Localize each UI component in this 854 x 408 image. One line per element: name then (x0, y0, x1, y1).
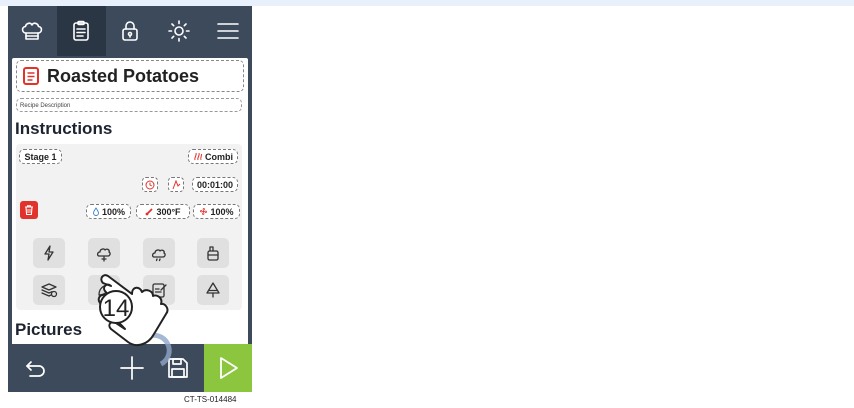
recipe-title: Roasted Potatoes (47, 65, 200, 86)
probe-mode-button[interactable] (168, 177, 184, 192)
cloud-button[interactable] (143, 238, 175, 268)
stage-label-text: Stage 1 (24, 151, 57, 162)
humidity-value: 100% (101, 206, 126, 217)
nav-menu-button[interactable] (203, 6, 252, 56)
tree-icon (206, 282, 220, 298)
temperature-value: 300°F (156, 206, 181, 217)
clock-icon (145, 180, 155, 189)
nav-recipe-button[interactable] (56, 6, 106, 56)
preheat-button[interactable] (33, 238, 65, 268)
lightning-icon (44, 245, 54, 261)
undo-arrow-icon (26, 361, 45, 377)
document-code: CT-TS-014484 (184, 395, 237, 404)
humidity-setting[interactable]: 100% (86, 204, 131, 219)
cook-time-value: 00:01:00 (196, 179, 234, 190)
instructions-heading: Instructions (15, 119, 113, 138)
trash-icon (25, 205, 33, 216)
thermometer-icon (146, 208, 153, 216)
sun-icon (167, 20, 190, 42)
cooking-mode-button[interactable]: Combi (188, 149, 238, 164)
delete-stage-button[interactable] (20, 201, 38, 219)
back-button[interactable] (18, 344, 54, 392)
fan-speed-value: 100% (210, 206, 234, 217)
hold-button[interactable] (197, 238, 229, 268)
chef-hat-icon (22, 22, 43, 40)
layers-clock-icon (41, 283, 58, 298)
fan-icon (200, 207, 208, 216)
nav-chef-button[interactable] (8, 6, 57, 56)
menu-icon (216, 23, 239, 39)
nav-lock-button[interactable] (106, 6, 155, 56)
step-number: 14 (103, 295, 130, 322)
play-icon (220, 357, 238, 379)
core-probe-icon (172, 179, 181, 189)
recipe-clipboard-icon (73, 20, 89, 41)
tree-button[interactable] (197, 275, 229, 305)
recipe-document-icon (23, 67, 39, 85)
tap-gesture-overlay: 14 (97, 274, 172, 367)
recipe-description-field[interactable]: Recipe Description (16, 98, 242, 112)
top-navigation (8, 6, 252, 56)
combi-mode-icon (194, 152, 203, 160)
water-drop-icon (93, 207, 99, 216)
stage-label[interactable]: Stage 1 (19, 149, 62, 164)
cloud-icon (151, 249, 166, 262)
nav-brightness-button[interactable] (154, 6, 203, 56)
cook-time-field[interactable]: 00:01:00 (192, 177, 238, 192)
timer-mode-button[interactable] (142, 177, 158, 192)
fan-speed-setting[interactable]: 100% (193, 204, 240, 219)
cooking-mode-label: Combi (205, 151, 233, 162)
smoke-button[interactable] (33, 275, 65, 305)
snowflake-steam-icon (96, 248, 111, 262)
start-cooking-button[interactable] (204, 344, 252, 392)
temperature-setting[interactable]: 300°F (136, 204, 190, 219)
pictures-heading: Pictures (15, 320, 83, 339)
lock-icon (122, 21, 138, 41)
cool-down-button[interactable] (88, 238, 120, 268)
recipe-title-field[interactable]: Roasted Potatoes (16, 60, 244, 92)
container-icon (207, 246, 219, 261)
